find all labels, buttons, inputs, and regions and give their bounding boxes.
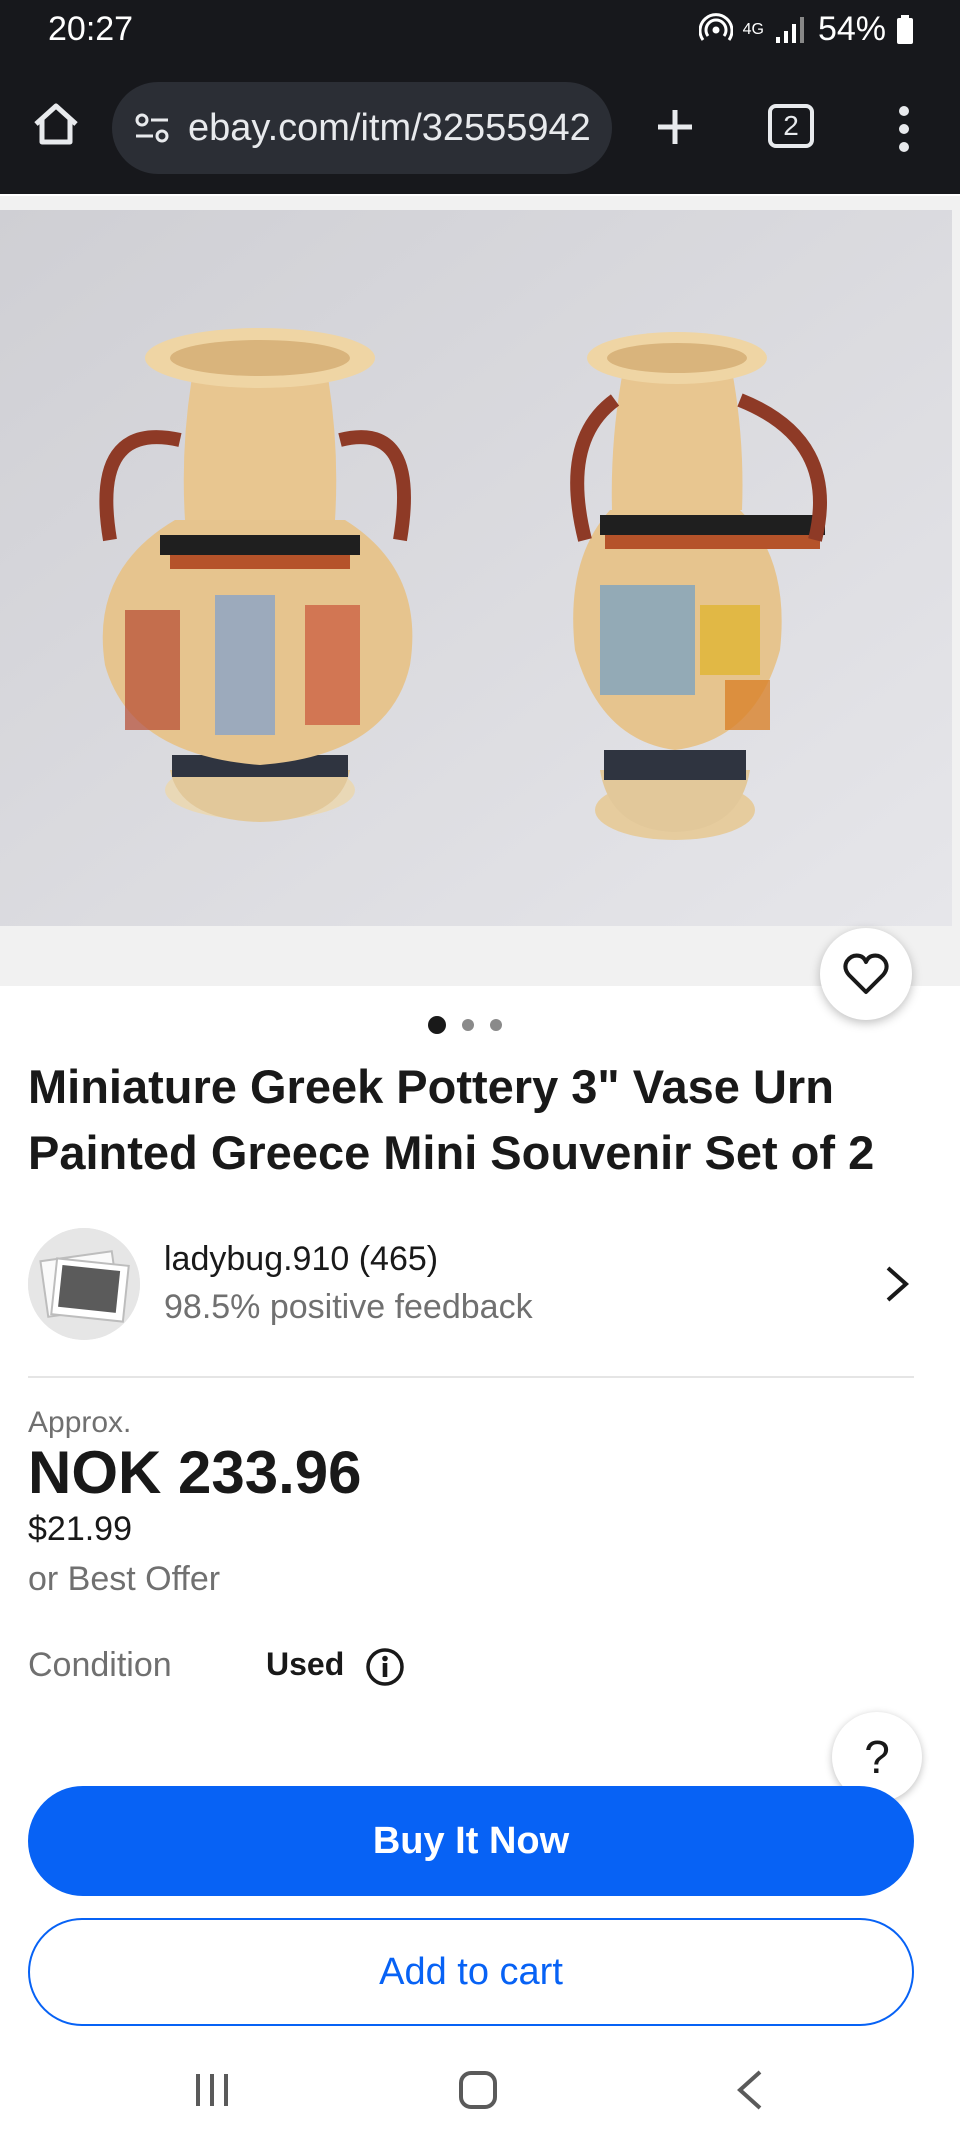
- image-gallery[interactable]: [0, 196, 960, 986]
- battery-level: 54%: [817, 10, 886, 48]
- url-text: ebay.com/itm/32555942: [188, 106, 591, 149]
- seller-card[interactable]: ladybug.910 (465) 98.5% positive feedbac…: [0, 1222, 960, 1348]
- price-usd: $21.99: [28, 1510, 132, 1548]
- home-button[interactable]: [30, 98, 82, 150]
- divider: [28, 1376, 914, 1378]
- status-icons: 4G 54%: [698, 10, 914, 49]
- hotspot-icon: [698, 12, 733, 47]
- system-home-icon[interactable]: [456, 2068, 500, 2112]
- info-icon[interactable]: [364, 1646, 406, 1688]
- recents-icon[interactable]: [190, 2068, 234, 2112]
- add-to-cart-button[interactable]: Add to cart: [28, 1918, 914, 2026]
- photo-placeholder-icon: [28, 1228, 140, 1340]
- seller-name[interactable]: ladybug.910 (465): [164, 1240, 438, 1279]
- price-approx-label: Approx.: [28, 1406, 132, 1439]
- chevron-right-icon[interactable]: [880, 1262, 914, 1306]
- browser-menu-button[interactable]: [884, 102, 924, 156]
- seller-feedback: 98.5% positive feedback: [164, 1288, 533, 1326]
- seller-avatar: [28, 1228, 140, 1340]
- watchlist-button[interactable]: [820, 928, 912, 1020]
- address-bar[interactable]: ebay.com/itm/32555942: [112, 82, 612, 174]
- condition-value: Used: [266, 1646, 345, 1682]
- network-type: 4G: [742, 20, 764, 38]
- price-local: NOK 233.96: [28, 1439, 362, 1506]
- status-bar: 20:27 4G 54%: [0, 0, 960, 62]
- system-navigation-bar: [0, 2050, 960, 2140]
- back-icon[interactable]: [730, 2066, 770, 2114]
- site-settings-icon[interactable]: [132, 108, 172, 148]
- new-tab-button[interactable]: [650, 102, 700, 152]
- buy-it-now-button[interactable]: Buy It Now: [28, 1786, 914, 1896]
- browser-toolbar: ebay.com/itm/32555942 2: [0, 62, 960, 194]
- battery-icon: [896, 14, 914, 45]
- heart-icon: [843, 953, 889, 994]
- home-icon: [34, 103, 78, 145]
- listing-title: Miniature Greek Pottery 3" Vase Urn Pain…: [28, 1060, 875, 1179]
- pagination-dot[interactable]: [490, 1019, 502, 1031]
- pagination-dot-active[interactable]: [428, 1016, 446, 1034]
- product-photo[interactable]: [0, 210, 952, 926]
- status-time: 20:27: [48, 10, 134, 48]
- best-offer-text: or Best Offer: [28, 1560, 221, 1598]
- condition-label: Condition: [28, 1646, 172, 1684]
- pagination-dot[interactable]: [462, 1019, 474, 1031]
- more-icon: [899, 106, 909, 152]
- gallery-pagination: [428, 1016, 502, 1034]
- signal-icon: [774, 15, 808, 45]
- tab-switcher-button[interactable]: 2: [768, 104, 814, 148]
- plus-icon: [658, 110, 692, 144]
